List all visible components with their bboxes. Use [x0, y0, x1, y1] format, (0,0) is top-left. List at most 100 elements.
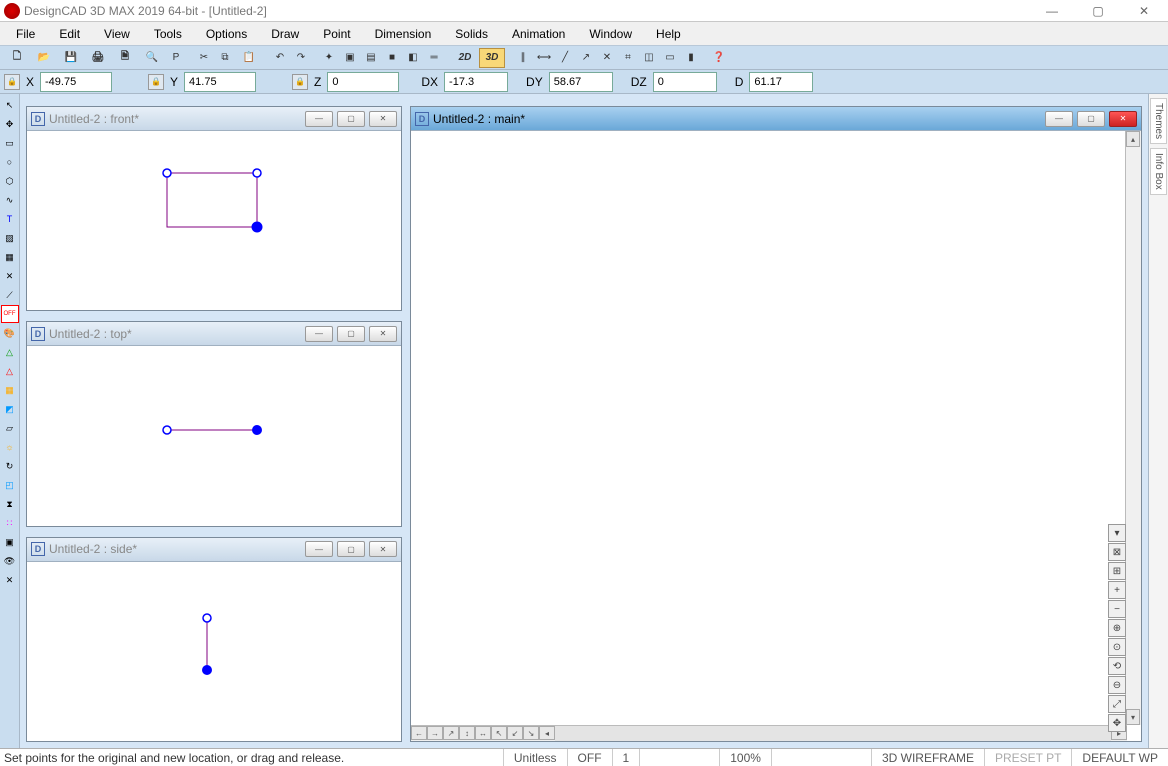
scroll-left-icon[interactable]: ◂: [539, 726, 555, 740]
double-line-icon[interactable]: ═: [424, 48, 444, 68]
axis6-icon[interactable]: ↘: [523, 726, 539, 740]
help-icon[interactable]: ❓: [709, 48, 729, 68]
input-y[interactable]: 41.75: [184, 72, 256, 92]
status-shading[interactable]: 3D WIREFRAME: [871, 749, 984, 766]
3d-mode-icon[interactable]: 3D: [479, 48, 505, 68]
layers-icon[interactable]: ▤: [361, 48, 381, 68]
menu-animation[interactable]: Animation: [500, 24, 577, 44]
close-small-icon[interactable]: ⊠: [1108, 543, 1126, 561]
erase-icon[interactable]: ✕: [1, 267, 19, 285]
zoomin-icon[interactable]: ⊕: [1108, 619, 1126, 637]
pause-icon[interactable]: ∥: [513, 48, 533, 68]
measure-icon[interactable]: ✕: [597, 48, 617, 68]
canvas-side[interactable]: [27, 562, 401, 741]
slice-icon[interactable]: ◩: [1, 400, 19, 418]
light-icon[interactable]: ☼: [1, 438, 19, 456]
child-maximize-button[interactable]: ▢: [1077, 111, 1105, 127]
line-icon[interactable]: ╱: [555, 48, 575, 68]
status-layer[interactable]: 1: [612, 749, 640, 766]
move-icon[interactable]: ✥: [1, 115, 19, 133]
axis5-icon[interactable]: ↙: [507, 726, 523, 740]
child-close-button[interactable]: ✕: [1109, 111, 1137, 127]
curve-icon[interactable]: ∿: [1, 191, 19, 209]
paperspace-icon[interactable]: P: [166, 48, 186, 68]
color-icon[interactable]: 🎨: [1, 324, 19, 342]
text-icon[interactable]: T: [1, 210, 19, 228]
array-icon[interactable]: ∷: [1, 514, 19, 532]
axis3-icon[interactable]: ↔: [475, 726, 491, 740]
child-close-button[interactable]: ✕: [369, 541, 397, 557]
arrow-icon[interactable]: ↗: [576, 48, 596, 68]
canvas-top[interactable]: [27, 346, 401, 525]
print-icon[interactable]: 🖨: [85, 48, 111, 68]
cut-icon[interactable]: ✂: [194, 48, 214, 68]
shade-icon[interactable]: ■: [382, 48, 402, 68]
display-icon[interactable]: ▭: [660, 48, 680, 68]
pointer-icon[interactable]: ↖: [1, 96, 19, 114]
input-x[interactable]: -49.75: [40, 72, 112, 92]
zoomwin-icon[interactable]: ⊙: [1108, 638, 1126, 656]
close-button[interactable]: ✕: [1130, 1, 1158, 21]
paste-icon[interactable]: 📋: [236, 48, 262, 68]
input-dz[interactable]: 0: [653, 72, 717, 92]
cone-icon[interactable]: △: [1, 343, 19, 361]
canvas-main[interactable]: ▴ ▾ ←→↗↕↔↖↙↘◂ ▸: [411, 131, 1141, 741]
status-wp[interactable]: DEFAULT WP: [1071, 749, 1168, 766]
pan-left-icon[interactable]: ←: [411, 726, 427, 740]
render-icon[interactable]: ◧: [403, 48, 423, 68]
group-icon[interactable]: ▣: [1, 533, 19, 551]
box-icon[interactable]: ▭: [1, 134, 19, 152]
trim-icon[interactable]: ⟋: [1, 286, 19, 304]
zoomprev-icon[interactable]: ⟲: [1108, 657, 1126, 675]
undo-icon[interactable]: ↶: [270, 48, 290, 68]
child-maximize-button[interactable]: ▢: [337, 541, 365, 557]
menu-point[interactable]: Point: [311, 24, 362, 44]
child-minimize-button[interactable]: —: [305, 541, 333, 557]
pan-right-icon[interactable]: →: [427, 726, 443, 740]
redo-icon[interactable]: ↷: [291, 48, 311, 68]
scale-icon[interactable]: ◰: [1, 476, 19, 494]
menu-edit[interactable]: Edit: [47, 24, 92, 44]
child-close-button[interactable]: ✕: [369, 326, 397, 342]
mesh-icon[interactable]: ▦: [1, 381, 19, 399]
menu-draw[interactable]: Draw: [259, 24, 311, 44]
child-minimize-button[interactable]: —: [305, 326, 333, 342]
plane-icon[interactable]: ▱: [1, 419, 19, 437]
pan-icon[interactable]: ✥: [1108, 714, 1126, 732]
status-preset[interactable]: PRESET PT: [984, 749, 1071, 766]
2d-mode-icon[interactable]: 2D: [452, 48, 478, 68]
layer-off-icon[interactable]: OFF: [1, 305, 19, 323]
status-snap[interactable]: OFF: [567, 749, 612, 766]
zoom-window-icon[interactable]: 🔍: [139, 48, 165, 68]
scroll-down-icon[interactable]: ▾: [1126, 709, 1140, 725]
visibility-icon[interactable]: 👁: [1, 552, 19, 570]
new-icon[interactable]: 🗋: [4, 48, 30, 68]
lock-y-icon[interactable]: 🔒: [148, 74, 164, 90]
zoomout-icon[interactable]: ⊖: [1108, 676, 1126, 694]
input-dy[interactable]: 58.67: [549, 72, 613, 92]
polygon-icon[interactable]: ⬡: [1, 172, 19, 190]
tab-themes[interactable]: Themes: [1150, 98, 1167, 144]
minimize-button[interactable]: —: [1038, 1, 1066, 21]
plus-icon[interactable]: +: [1108, 581, 1126, 599]
maximize-button[interactable]: ▢: [1084, 1, 1112, 21]
menu-dimension[interactable]: Dimension: [363, 24, 444, 44]
axis1-icon[interactable]: ↗: [443, 726, 459, 740]
canvas-front[interactable]: [27, 131, 401, 310]
origin-icon[interactable]: ✦: [319, 48, 339, 68]
child-minimize-button[interactable]: —: [1045, 111, 1073, 127]
window-icon[interactable]: ◫: [639, 48, 659, 68]
menu-file[interactable]: File: [4, 24, 47, 44]
menu-options[interactable]: Options: [194, 24, 259, 44]
input-d[interactable]: 61.17: [749, 72, 813, 92]
input-dx[interactable]: -17.3: [444, 72, 508, 92]
zoomfit-icon[interactable]: ⤢: [1108, 695, 1126, 713]
save-icon[interactable]: 💾: [58, 48, 84, 68]
snap-icon[interactable]: ⌗: [618, 48, 638, 68]
info-icon[interactable]: ▮: [681, 48, 701, 68]
menu-window[interactable]: Window: [577, 24, 644, 44]
tab-infobox[interactable]: Info Box: [1150, 148, 1167, 195]
child-maximize-button[interactable]: ▢: [337, 326, 365, 342]
sphere-icon[interactable]: △: [1, 362, 19, 380]
menu-view[interactable]: View: [92, 24, 142, 44]
